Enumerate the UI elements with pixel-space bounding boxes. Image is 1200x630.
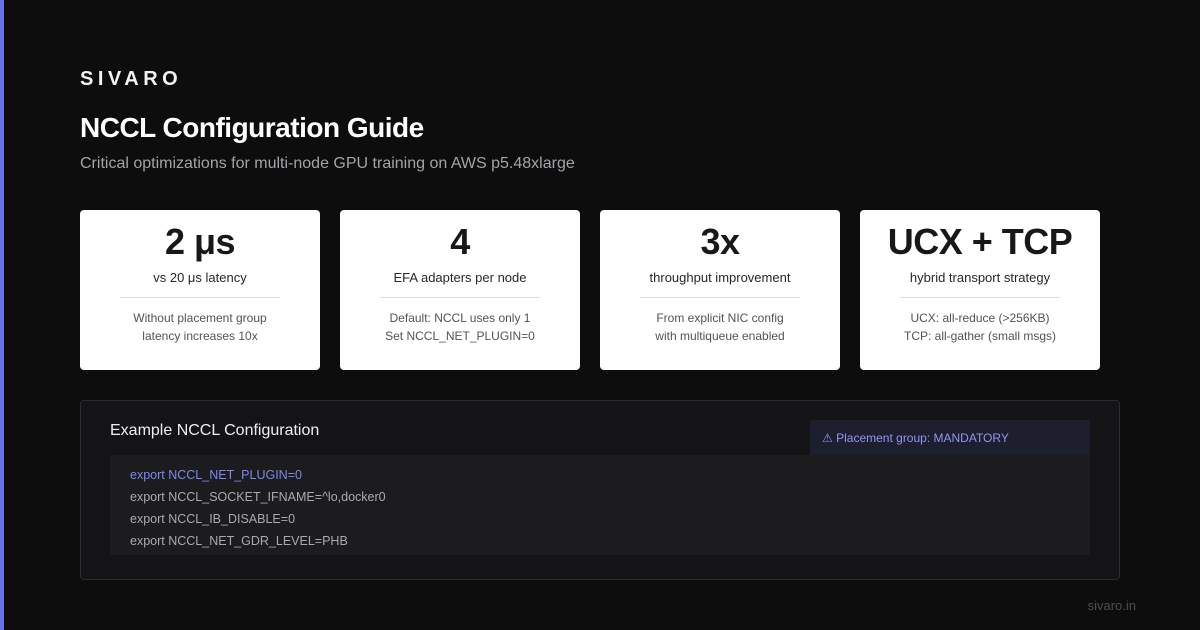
accent-bar bbox=[0, 0, 4, 630]
stat-note-line: From explicit NIC config bbox=[656, 311, 784, 325]
stat-divider bbox=[380, 297, 540, 298]
stat-note-line: Default: NCCL uses only 1 bbox=[389, 311, 531, 325]
config-panel: Example NCCL Configuration ⚠ Placement g… bbox=[80, 400, 1120, 580]
stat-card-throughput: 3x throughput improvement From explicit … bbox=[600, 210, 840, 370]
code-line: export NCCL_NET_GDR_LEVEL=PHB bbox=[130, 534, 348, 548]
stat-note-line: UCX: all-reduce (>256KB) bbox=[910, 311, 1050, 325]
stat-note-line: latency increases 10x bbox=[142, 329, 258, 343]
stat-cards: 2 μs vs 20 μs latency Without placement … bbox=[80, 210, 1100, 370]
stat-value: 2 μs bbox=[164, 221, 236, 262]
config-panel-title: Example NCCL Configuration bbox=[110, 422, 320, 439]
stat-value: 3x bbox=[700, 221, 740, 262]
stat-divider bbox=[120, 297, 280, 298]
warning-icon: ⚠ bbox=[822, 431, 833, 445]
placement-group-warning: ⚠ Placement group: MANDATORY bbox=[810, 420, 1090, 456]
stat-note-line: Set NCCL_NET_PLUGIN=0 bbox=[385, 329, 535, 343]
stat-label: throughput improvement bbox=[649, 270, 791, 285]
page-subtitle: Critical optimizations for multi-node GP… bbox=[80, 155, 575, 172]
stat-note-line: with multiqueue enabled bbox=[655, 329, 785, 343]
page-title: NCCL Configuration Guide bbox=[80, 112, 424, 143]
stat-card-efa-adapters: 4 EFA adapters per node Default: NCCL us… bbox=[340, 210, 580, 370]
code-line: export NCCL_SOCKET_IFNAME=^lo,docker0 bbox=[130, 490, 386, 504]
footer-url[interactable]: sivaro.in bbox=[1088, 598, 1136, 613]
stat-card-latency: 2 μs vs 20 μs latency Without placement … bbox=[80, 210, 320, 370]
stat-value: 4 bbox=[450, 221, 470, 262]
stat-label: vs 20 μs latency bbox=[153, 270, 247, 285]
stat-divider bbox=[900, 297, 1060, 298]
code-line: export NCCL_NET_PLUGIN=0 bbox=[130, 468, 302, 482]
stat-divider bbox=[640, 297, 800, 298]
stat-label: EFA adapters per node bbox=[393, 270, 527, 285]
code-line: export NCCL_IB_DISABLE=0 bbox=[130, 512, 296, 526]
code-block[interactable]: export NCCL_NET_PLUGIN=0 export NCCL_SOC… bbox=[110, 455, 1090, 555]
stat-card-transport: UCX + TCP hybrid transport strategy UCX:… bbox=[860, 210, 1100, 370]
stat-note-line: Without placement group bbox=[133, 311, 267, 325]
brand-logo: SIVARO bbox=[80, 68, 183, 90]
stat-value: UCX + TCP bbox=[887, 221, 1073, 262]
warning-text: Placement group: MANDATORY bbox=[836, 431, 1009, 445]
stat-label: hybrid transport strategy bbox=[909, 270, 1051, 285]
stat-note-line: TCP: all-gather (small msgs) bbox=[903, 329, 1057, 343]
